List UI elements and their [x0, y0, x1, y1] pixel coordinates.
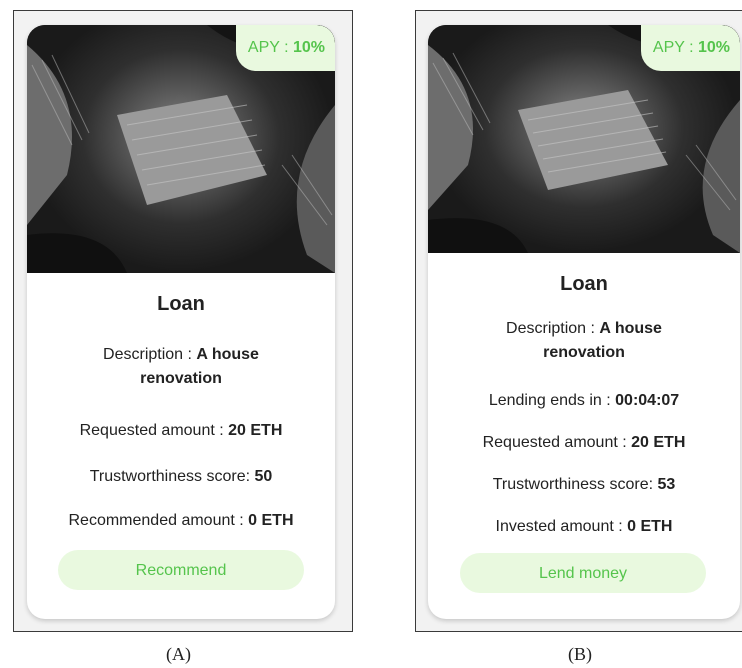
lending-ends-line: Lending ends in : 00:04:07 — [428, 389, 740, 413]
description-line: Description : A house renovation — [27, 343, 335, 391]
description-label: Description : — [506, 320, 600, 337]
trust-score-line: Trustworthiness score: 50 — [27, 465, 335, 489]
description-label: Description : — [103, 346, 197, 363]
loan-image: APY : 10% — [428, 25, 740, 253]
recommended-value: 0 ETH — [248, 512, 294, 529]
screen-panel-a: APY : 10% Loan Description : A house ren… — [13, 10, 353, 632]
apy-badge: APY : 10% — [640, 25, 740, 71]
apy-value: 10% — [697, 39, 730, 56]
caption-a: (A) — [166, 644, 191, 664]
requested-amount-line: Requested amount : 20 ETH — [428, 431, 740, 455]
invested-label: Invested amount : — [495, 518, 628, 535]
apy-value: 10% — [292, 39, 325, 56]
apy-label: APY : — [247, 39, 293, 56]
screen-panel-b: APY : 10% Loan Description : A house ren… — [415, 10, 742, 632]
recommend-button[interactable]: Recommend — [58, 550, 304, 590]
trust-value: 50 — [254, 468, 273, 485]
apy-label: APY : — [652, 39, 698, 56]
loan-card: APY : 10% Loan Description : A house ren… — [27, 25, 335, 619]
card-title: Loan — [157, 293, 205, 315]
recommended-amount-line: Recommended amount : 0 ETH — [27, 509, 335, 533]
description-line: Description : A house renovation — [428, 317, 740, 365]
loan-card: APY : 10% Loan Description : A house ren… — [428, 25, 740, 619]
trust-label: Trustworthiness score: — [492, 476, 658, 493]
lending-countdown: 00:04:07 — [615, 392, 680, 409]
caption-b: (B) — [568, 644, 592, 664]
trust-score-line: Trustworthiness score: 53 — [428, 473, 740, 497]
trust-value: 53 — [657, 476, 676, 493]
loan-image: APY : 10% — [27, 25, 335, 273]
card-title: Loan — [560, 273, 608, 295]
invested-amount-line: Invested amount : 0 ETH — [428, 515, 740, 539]
requested-label: Requested amount : — [79, 422, 229, 439]
requested-value: 20 ETH — [631, 434, 686, 451]
lend-money-button[interactable]: Lend money — [460, 553, 706, 593]
trust-label: Trustworthiness score: — [89, 468, 255, 485]
recommended-label: Recommended amount : — [68, 512, 249, 529]
lending-label: Lending ends in : — [488, 392, 616, 409]
requested-label: Requested amount : — [482, 434, 632, 451]
apy-badge: APY : 10% — [235, 25, 335, 71]
requested-amount-line: Requested amount : 20 ETH — [27, 419, 335, 443]
invested-value: 0 ETH — [627, 518, 673, 535]
requested-value: 20 ETH — [228, 422, 283, 439]
